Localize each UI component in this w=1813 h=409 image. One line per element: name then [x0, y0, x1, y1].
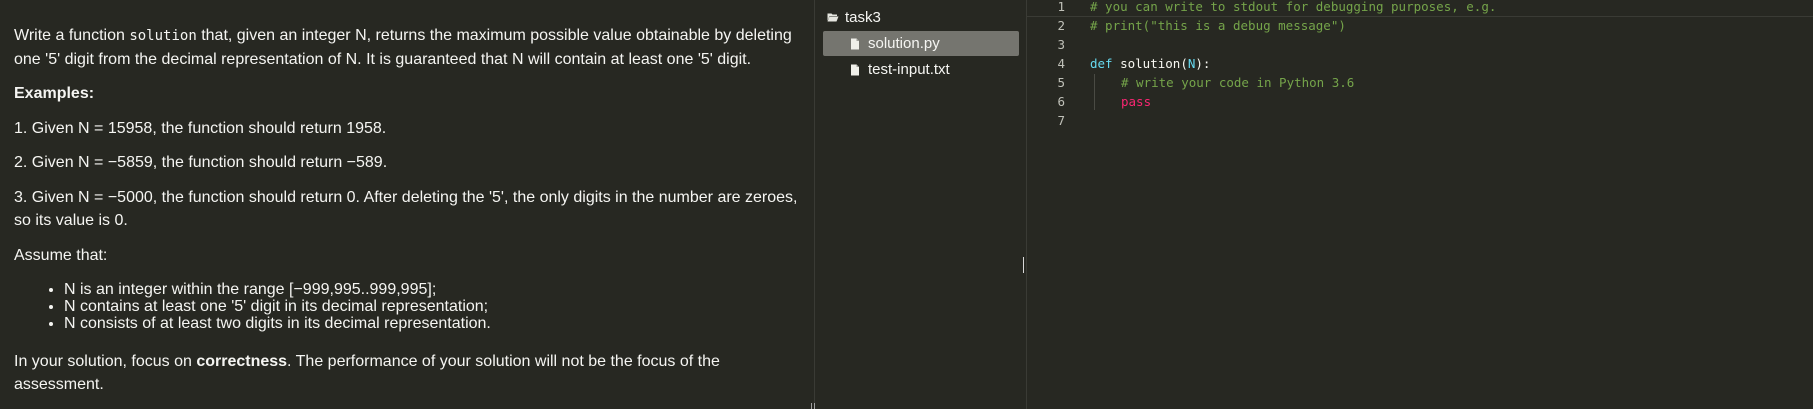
code-comment: # you can write to stdout for debugging …	[1090, 0, 1497, 14]
folder-task3[interactable]: task3	[827, 6, 881, 28]
line-number: 2	[1057, 18, 1065, 33]
line-number: 7	[1057, 113, 1065, 128]
intro-text: Write a function	[14, 27, 130, 44]
code-paren-close: ):	[1195, 56, 1211, 71]
constraint-item: N is an integer within the range [−999,9…	[64, 281, 804, 298]
focus-bold: correctness	[196, 353, 288, 370]
constraints-list: N is an integer within the range [−999,9…	[14, 281, 804, 332]
focus-text: In your solution, focus on	[14, 353, 197, 370]
constraint-item: N consists of at least two digits in its…	[64, 315, 804, 332]
code-comment: # print("this is a debug message")	[1090, 18, 1346, 33]
file-tree-panel: task3 solution.py test-input.txt	[815, 0, 1026, 409]
task-intro: Write a function solution that, given an…	[14, 24, 804, 71]
line-number: 1	[1057, 0, 1065, 14]
file-label: test-input.txt	[868, 61, 950, 78]
code-editor[interactable]: 1 # you can write to stdout for debuggin…	[1027, 0, 1813, 409]
line-number: 4	[1057, 56, 1065, 71]
code-keyword-def: def	[1090, 56, 1113, 71]
example-1: 1. Given N = 15958, the function should …	[14, 120, 387, 137]
examples-heading: Examples:	[14, 85, 95, 102]
folder-label: task3	[845, 8, 881, 26]
function-name-code: solution	[129, 28, 197, 44]
example-2: 2. Given N = −5859, the function should …	[14, 154, 388, 171]
file-test-input-txt[interactable]: test-input.txt	[823, 57, 1019, 82]
assume-heading: Assume that:	[14, 247, 108, 264]
example-3: 3. Given N = −5000, the function should …	[14, 189, 798, 229]
code-line-6[interactable]: 6 pass	[1027, 92, 1813, 111]
code-function-name: solution	[1120, 56, 1181, 71]
focus-note: In your solution, focus on correctness. …	[14, 350, 804, 396]
code-line-3[interactable]: 3	[1027, 35, 1813, 54]
code-def-line: def solution(N):	[1090, 56, 1210, 71]
folder-open-icon	[827, 13, 839, 22]
code-line-2[interactable]: 2 # print("this is a debug message")	[1027, 16, 1813, 35]
line-number: 5	[1057, 75, 1065, 90]
code-comment: # write your code in Python 3.6	[1121, 75, 1355, 90]
task-description-panel: Write a function solution that, given an…	[0, 0, 814, 409]
code-line-4[interactable]: 4 def solution(N):	[1027, 54, 1813, 73]
code-paren-open: (	[1180, 56, 1188, 71]
constraint-item: N contains at least one '5' digit in its…	[64, 298, 804, 315]
code-line-5[interactable]: 5 # write your code in Python 3.6	[1027, 73, 1813, 92]
line-number: 3	[1057, 37, 1065, 52]
code-line-1[interactable]: 1 # you can write to stdout for debuggin…	[1027, 0, 1813, 17]
line-number: 6	[1057, 94, 1065, 109]
code-line-7[interactable]: 7	[1027, 111, 1813, 130]
code-keyword-pass: pass	[1121, 94, 1152, 109]
indent-guide	[1094, 74, 1095, 110]
file-icon	[851, 64, 859, 75]
file-solution-py[interactable]: solution.py	[823, 31, 1019, 56]
file-label: solution.py	[868, 35, 940, 52]
file-icon	[851, 38, 859, 49]
